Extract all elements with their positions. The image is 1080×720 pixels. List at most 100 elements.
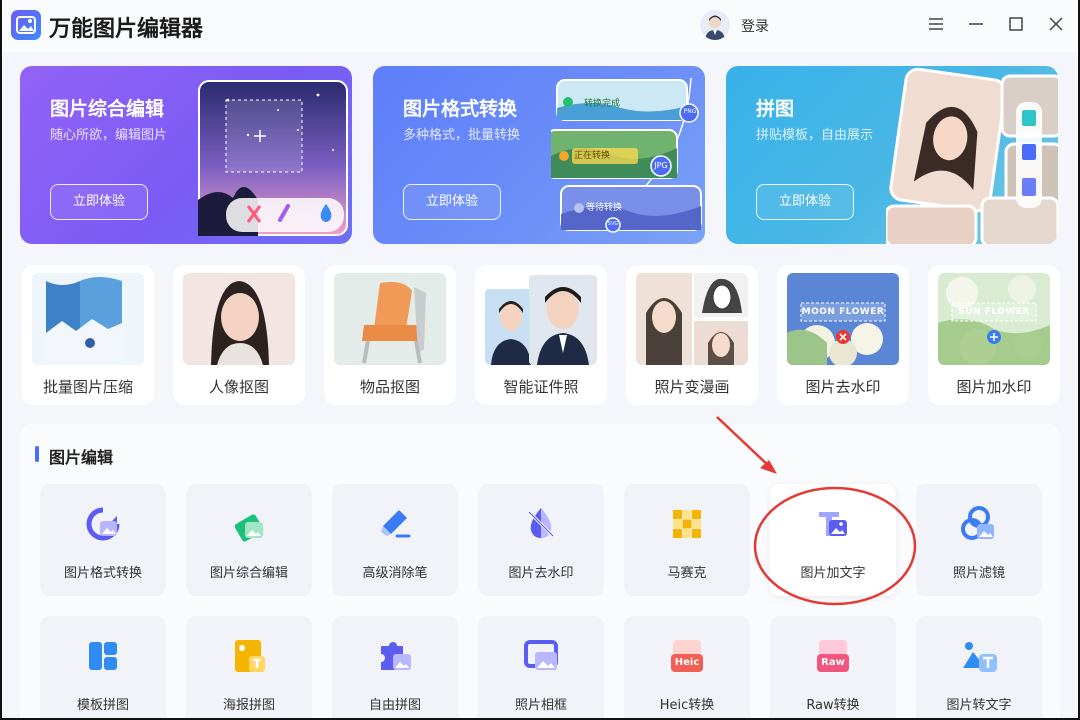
heic-badge-text: Heic (674, 657, 700, 668)
quick-tool-label: 物品抠图 (359, 378, 420, 396)
status-chip-done: 转换完成 (584, 99, 621, 109)
tool-image-edit[interactable]: 图片综合编辑 (186, 484, 312, 596)
banner-format-convert[interactable]: 图片格式转换 多种格式，批量转换 立即体验 转换完成 正在转换 等待转换 PNG… (373, 66, 705, 244)
quick-tool-label: 批量图片压缩 (42, 378, 133, 396)
banner-title: 图片综合编辑 (50, 98, 165, 120)
tool-label: 图片转文字 (946, 698, 1012, 713)
quick-tool-label: 图片加水印 (956, 378, 1032, 396)
tool-label: 高级消除笔 (362, 566, 428, 581)
section-accent-bar (35, 446, 39, 462)
tool-template-collage[interactable]: 模板拼图 (40, 616, 166, 720)
add-text-icon (813, 504, 853, 544)
try-now-button[interactable]: 立即体验 (403, 184, 501, 220)
quick-tool-object-cutout[interactable]: 物品抠图 (324, 265, 456, 405)
template-collage-icon (83, 636, 123, 676)
tool-label: 海报拼图 (222, 698, 275, 713)
format-convert-icon (83, 504, 123, 544)
banner-title: 图片格式转换 (403, 98, 518, 120)
tool-label: Raw转换 (806, 698, 860, 713)
title-bar: 万能图片编辑器 登录 (3, 0, 1077, 52)
raw-icon: Raw (813, 636, 853, 676)
tool-photo-frame[interactable]: 照片相框 (478, 616, 604, 720)
watermark-sample-text: MOON FLOWER (801, 307, 885, 317)
starry-sky-illustration (198, 80, 348, 236)
raw-badge-text: Raw (821, 657, 845, 668)
tool-label: 图片格式转换 (63, 566, 142, 581)
image-editing-section: 图片编辑 图片格式转换 图片综合编辑 高级消除笔 图片去水印 马赛克 图片加文字… (20, 424, 1060, 720)
tool-heic-convert[interactable]: Heic Heic转换 (624, 616, 750, 720)
quick-tool-label: 图片去水印 (805, 378, 881, 396)
photo-to-cartoon-thumbnail (636, 273, 748, 365)
banner-image-edit[interactable]: 图片综合编辑 随心所欲，编辑图片 立即体验 (20, 66, 352, 244)
banner-subtitle: 随心所欲，编辑图片 (50, 128, 168, 143)
poster-collage-icon (229, 636, 269, 676)
mosaic-icon (667, 504, 707, 544)
login-link[interactable]: 登录 (741, 16, 769, 36)
app-title: 万能图片编辑器 (49, 17, 204, 42)
banner-subtitle: 拼贴模板，自由展示 (756, 128, 874, 143)
heic-icon: Heic (667, 636, 707, 676)
portrait-cutout-thumbnail (183, 273, 295, 365)
tool-label: 图片综合编辑 (209, 566, 288, 581)
tool-label: Heic转换 (659, 698, 715, 713)
tool-remove-watermark[interactable]: 图片去水印 (478, 484, 604, 596)
banner-collage[interactable]: 拼图 拼贴模板，自由展示 立即体验 (726, 66, 1058, 244)
quick-tool-photo-to-cartoon[interactable]: 照片变漫画 (626, 265, 758, 405)
close-icon[interactable] (1046, 14, 1066, 34)
app-logo-icon (11, 10, 41, 40)
remove-watermark-thumbnail (787, 273, 899, 365)
tool-label: 马赛克 (667, 566, 707, 581)
minimize-icon[interactable] (966, 14, 986, 34)
try-now-button[interactable]: 立即体验 (756, 184, 854, 220)
app-window: 万能图片编辑器 登录 图片综合编辑 随心所欲，编辑图片 立即体验 图片格式转换 … (3, 0, 1077, 720)
format-label-svg: SVG (607, 221, 619, 227)
quick-tool-label: 智能证件照 (503, 378, 579, 396)
user-avatar[interactable] (700, 10, 730, 40)
quick-tool-portrait-cutout[interactable]: 人像抠图 (173, 265, 305, 405)
quick-tool-id-photo[interactable]: 智能证件照 (475, 265, 607, 405)
tool-free-collage[interactable]: 自由拼图 (332, 616, 458, 720)
free-collage-icon (375, 636, 415, 676)
banner-title: 拼图 (756, 98, 795, 120)
format-label-png: PNG (683, 108, 697, 115)
tool-image-to-text[interactable]: 图片转文字 (916, 616, 1042, 720)
quick-tool-add-watermark[interactable]: SUN FLOWER 图片加水印 (928, 265, 1060, 405)
status-chip-converting: 正在转换 (572, 148, 638, 164)
tool-label: 图片加文字 (800, 566, 866, 581)
add-watermark-thumbnail (938, 273, 1050, 365)
tool-add-text[interactable]: 图片加文字 (770, 484, 896, 596)
object-cutout-thumbnail (334, 273, 446, 365)
format-label-jpg: JPG (654, 161, 668, 170)
maximize-icon[interactable] (1006, 14, 1026, 34)
tool-format-convert[interactable]: 图片格式转换 (40, 484, 166, 596)
id-photo-thumbnail (485, 273, 597, 365)
tool-raw-convert[interactable]: Raw Raw转换 (770, 616, 896, 720)
try-now-button[interactable]: 立即体验 (50, 184, 148, 220)
filter-icon (959, 504, 999, 544)
collage-photos-illustration (884, 66, 1058, 244)
batch-compress-thumbnail (32, 273, 144, 365)
photo-frame-icon (521, 636, 561, 676)
tool-poster-collage[interactable]: 海报拼图 (186, 616, 312, 720)
quick-tool-label: 人像抠图 (208, 378, 269, 396)
tool-mosaic[interactable]: 马赛克 (624, 484, 750, 596)
watermark-sample-text: SUN FLOWER (958, 307, 1030, 317)
tool-filter[interactable]: 照片滤镜 (916, 484, 1042, 596)
section-title: 图片编辑 (49, 448, 114, 467)
remove-watermark-icon (521, 504, 561, 544)
menu-icon[interactable] (926, 14, 946, 34)
eraser-pen-icon (375, 504, 415, 544)
tool-label: 照片相框 (514, 698, 567, 713)
tool-label: 照片滤镜 (952, 566, 1005, 581)
quick-tool-batch-compress[interactable]: 批量图片压缩 (22, 265, 154, 405)
quick-tool-label: 照片变漫画 (654, 378, 730, 396)
tool-label: 模板拼图 (76, 698, 129, 713)
tool-label: 自由拼图 (368, 698, 421, 713)
quick-tool-remove-watermark[interactable]: MOON FLOWER 图片去水印 (777, 265, 909, 405)
tool-label: 图片去水印 (508, 566, 574, 581)
banner-subtitle: 多种格式，批量转换 (403, 128, 521, 143)
status-chip-waiting: 等待转换 (586, 203, 623, 213)
image-to-text-icon (959, 636, 999, 676)
tool-eraser-pen[interactable]: 高级消除笔 (332, 484, 458, 596)
image-edit-icon (229, 504, 269, 544)
